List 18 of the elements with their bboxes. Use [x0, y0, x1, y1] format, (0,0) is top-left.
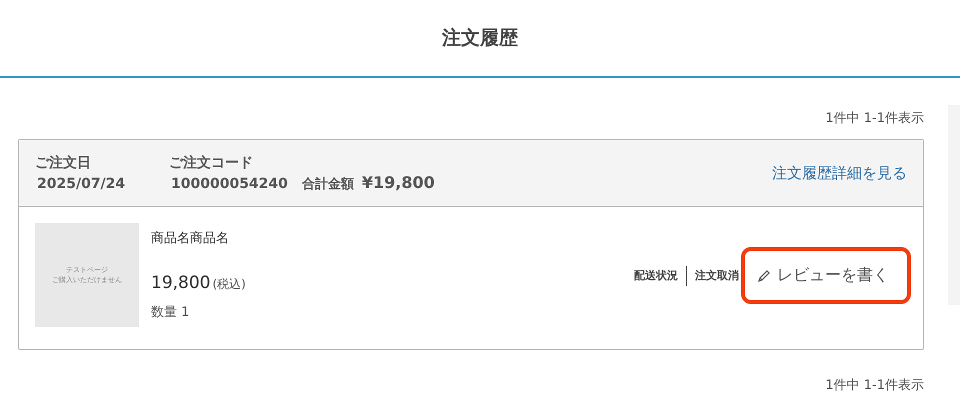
tax-note: (税込) — [212, 276, 246, 293]
action-link[interactable]: 注文取消 — [695, 268, 739, 283]
product-price: 19,800 — [151, 273, 210, 293]
total-label: 合計金額 — [302, 176, 354, 193]
date-label: ご注文日 — [35, 154, 92, 172]
quantity-text: 数量 1 — [151, 304, 190, 321]
page-title: 注文履歴 — [442, 26, 518, 51]
pencil-icon — [757, 268, 771, 282]
result-count: 1件中 1-1件表示 — [825, 377, 924, 395]
review-link[interactable]: レビューを書く — [753, 261, 893, 290]
order-code: 100000054240 — [170, 176, 288, 192]
order-detail-link[interactable]: 注文履歴詳細を見る — [772, 164, 907, 182]
order-date: 2025/07/24 — [36, 176, 126, 192]
product-name: 商品名商品名 — [151, 230, 230, 247]
code-label: ご注文コード — [169, 154, 254, 172]
action-link[interactable]: 配送状況 — [634, 268, 678, 283]
result-count: 1件中 1-1件表示 — [825, 110, 924, 128]
total-amount: ¥19,800 — [362, 173, 435, 192]
